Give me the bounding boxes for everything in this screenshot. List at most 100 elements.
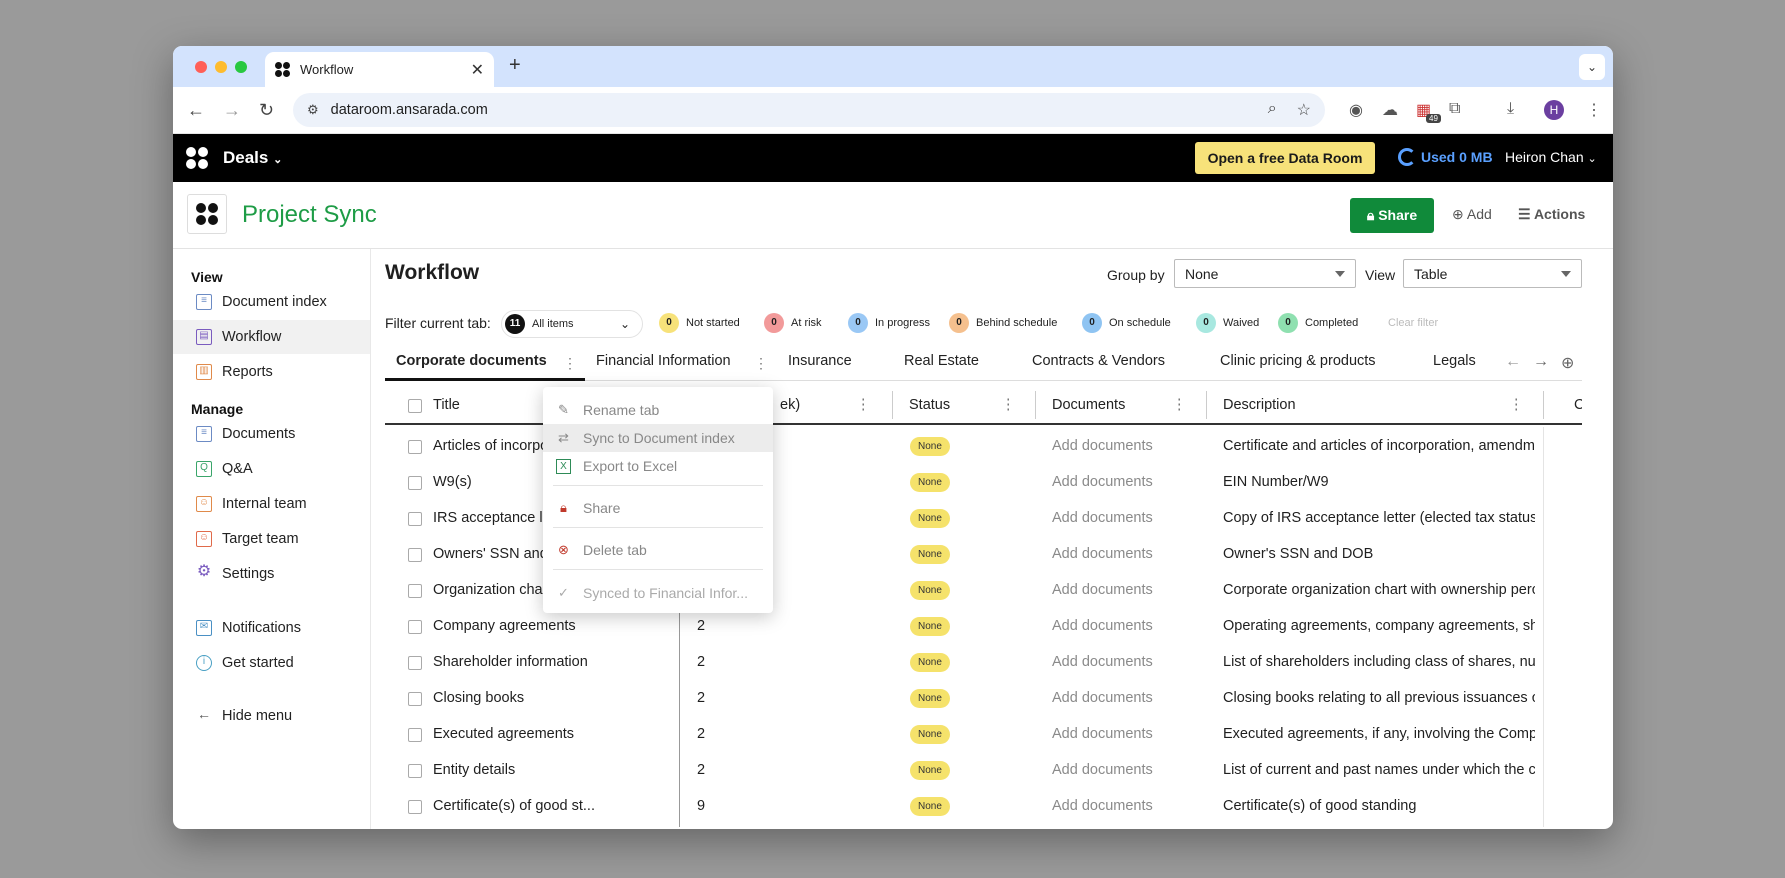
status-badge[interactable]: None [910,581,950,600]
status-badge[interactable]: None [910,473,950,492]
share-button[interactable]: 🔒︎ Share [1350,198,1434,233]
status-filter-chip[interactable]: 0 Completed [1278,313,1358,333]
sidebar-item-notifications[interactable]: ✉ Notifications [173,611,370,645]
add-documents-link[interactable]: Add documents [1052,798,1153,814]
minimize-window-button[interactable] [215,61,227,73]
tab-real-estate[interactable]: Real Estate [904,345,979,381]
status-badge[interactable]: None [910,437,950,456]
forward-icon[interactable]: → [223,100,241,121]
status-filter-chip[interactable]: 0 Waived [1196,313,1259,333]
select-all-checkbox[interactable] [408,399,422,413]
row-title[interactable]: Certificate(s) of good st... [433,798,673,814]
status-badge[interactable]: None [910,689,950,708]
tab-menu-kebab-icon[interactable]: ⋮ [754,355,768,372]
sync-to-document-index-menu-item[interactable]: ⇄ Sync to Document index [543,424,773,452]
group-by-select[interactable]: None [1174,259,1356,288]
row-checkbox[interactable] [408,656,422,670]
sidebar-item-get-started[interactable]: i Get started [173,646,370,680]
deals-menu[interactable]: Deals ⌄ [223,148,282,168]
tab-search-chevron-icon[interactable]: ⌄ [1579,54,1605,80]
clear-filter-link[interactable]: Clear filter [1388,317,1438,329]
sidebar-item-reports[interactable]: ▥ Reports [173,355,370,389]
bookmark-star-icon[interactable]: ☆ [1297,100,1311,120]
tabs-scroll-right-icon[interactable]: → [1533,353,1549,371]
sidebar-item-document-index[interactable]: ≡ Document index [173,285,370,319]
column-documents[interactable]: Documents [1052,397,1125,413]
status-filter-chip[interactable]: 0 Behind schedule [949,313,1057,333]
add-documents-link[interactable]: Add documents [1052,726,1153,742]
status-badge[interactable]: None [910,509,950,528]
row-checkbox[interactable] [408,476,422,490]
status-badge[interactable]: None [910,617,950,636]
add-documents-link[interactable]: Add documents [1052,438,1153,454]
browser-menu-icon[interactable]: ⋮ [1586,100,1602,120]
row-checkbox[interactable] [408,728,422,742]
status-badge[interactable]: None [910,545,950,564]
sidebar-item-target-team[interactable]: ☺ Target team [173,522,370,556]
table-row[interactable]: Closing books 2 None Add documents Closing b… [385,681,1582,717]
column-menu-kebab-icon[interactable]: ⋮ [1172,397,1187,413]
sidebar-item-settings[interactable]: ⚙ Settings [173,557,370,591]
row-title[interactable]: Executed agreements [433,726,673,742]
back-icon[interactable]: ← [187,100,205,121]
status-badge[interactable]: None [910,653,950,672]
row-title[interactable]: Closing books [433,690,673,706]
tab-insurance[interactable]: Insurance [788,345,852,381]
add-documents-link[interactable]: Add documents [1052,618,1153,634]
site-info-icon[interactable]: ⚙ [307,102,319,118]
zoom-icon[interactable]: ⌕ [1268,100,1277,120]
status-filter-chip[interactable]: 0 On schedule [1082,313,1171,333]
add-documents-link[interactable]: Add documents [1052,654,1153,670]
reload-icon[interactable]: ↻ [259,100,274,121]
delete-tab-menu-item[interactable]: ⊗ Delete tab [543,536,773,564]
maximize-window-button[interactable] [235,61,247,73]
add-tab-icon[interactable]: ⊕ [1561,353,1574,373]
row-title[interactable]: Shareholder information [433,654,673,670]
sidebar-item-qa[interactable]: Q Q&A [173,452,370,486]
sidebar-item-documents[interactable]: ≡ Documents [173,417,370,451]
column-menu-kebab-icon[interactable]: ⋮ [856,397,871,413]
tabs-scroll-left-icon[interactable]: ← [1505,353,1521,371]
tab-corporate-documents[interactable]: Corporate documents [385,345,585,381]
row-checkbox[interactable] [408,548,422,562]
url-bar[interactable]: ⚙ dataroom.ansarada.com ⌕ ☆ [293,93,1325,127]
column-menu-kebab-icon[interactable]: ⋮ [1001,397,1016,413]
add-documents-link[interactable]: Add documents [1052,762,1153,778]
actions-button[interactable]: ☰ Actions [1518,206,1585,223]
export-to-excel-menu-item[interactable]: X Export to Excel [543,452,773,480]
row-checkbox[interactable] [408,620,422,634]
row-checkbox[interactable] [408,692,422,706]
column-week[interactable]: ek) [780,397,800,413]
tab-menu-kebab-icon[interactable]: ⋮ [563,355,577,372]
table-row[interactable]: Company agreements 2 None Add documents Oper… [385,609,1582,645]
cloud-extension-icon[interactable]: ☁ [1382,100,1398,120]
all-items-filter[interactable]: 11 All items ⌄ [501,310,643,338]
add-documents-link[interactable]: Add documents [1052,546,1153,562]
status-filter-chip[interactable]: 0 At risk [764,313,822,333]
row-checkbox[interactable] [408,764,422,778]
hide-menu-button[interactable]: ← Hide menu [173,699,370,733]
tab-financial-information[interactable]: Financial Information [596,345,731,381]
close-window-button[interactable] [195,61,207,73]
column-title[interactable]: Title [433,397,460,413]
download-icon[interactable]: ⤓ [1507,100,1514,118]
user-menu[interactable]: Heiron Chan ⌄ [1505,149,1597,165]
row-checkbox[interactable] [408,584,422,598]
profile-avatar[interactable]: H [1544,100,1564,120]
row-checkbox[interactable] [408,440,422,454]
sidebar-item-internal-team[interactable]: ☺ Internal team [173,487,370,521]
sidebar-item-workflow[interactable]: ▤ Workflow [173,320,370,354]
add-documents-link[interactable]: Add documents [1052,690,1153,706]
status-badge[interactable]: None [910,761,950,780]
row-checkbox[interactable] [408,512,422,526]
extensions-puzzle-icon[interactable]: ⧉ [1449,100,1460,118]
browser-tab[interactable]: Workflow ✕ [265,52,494,87]
tab-contracts-vendors[interactable]: Contracts & Vendors [1032,345,1165,381]
status-badge[interactable]: None [910,725,950,744]
column-partial[interactable]: C [1574,397,1582,413]
column-status[interactable]: Status [909,397,950,413]
row-checkbox[interactable] [408,800,422,814]
synced-to-financial-menu-item[interactable]: ✓ Synced to Financial Infor... [543,579,773,607]
tab-clinic-pricing[interactable]: Clinic pricing & products [1220,345,1376,381]
table-row[interactable]: Shareholder information 2 None Add document… [385,645,1582,681]
